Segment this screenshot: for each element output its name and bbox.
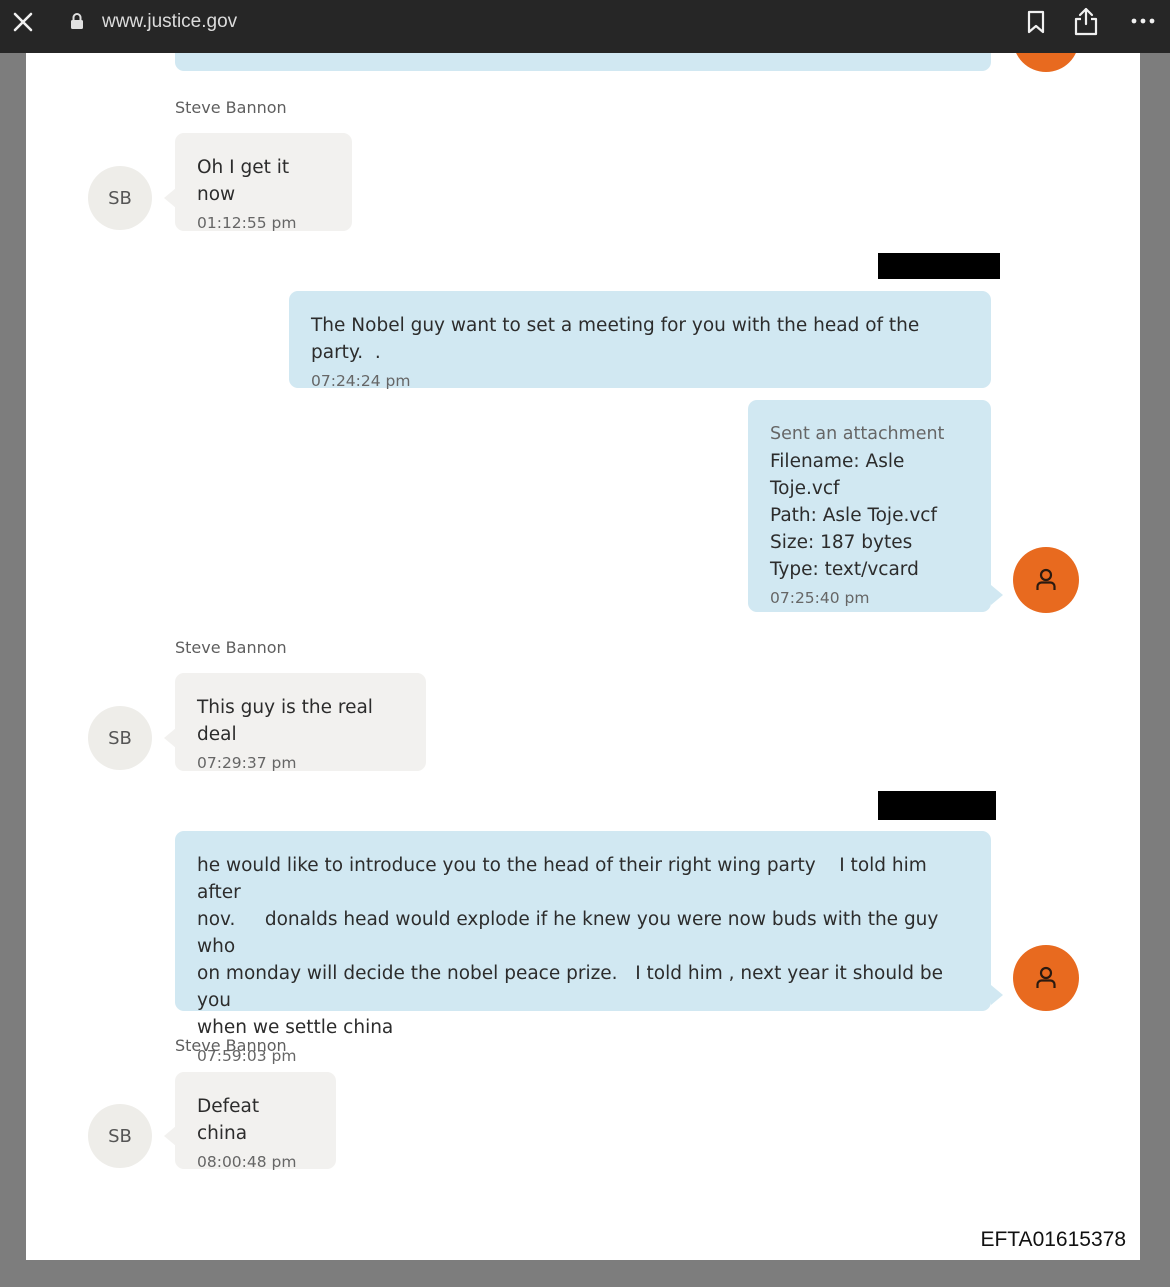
message-bubble-outgoing: The Nobel guy want to set a meeting for …: [289, 291, 991, 390]
contact-avatar: SB: [88, 1104, 152, 1168]
attachment-bubble: Sent an attachment Filename: Asle Toje.v…: [748, 400, 991, 612]
user-avatar: [1013, 547, 1079, 613]
message-timestamp: 07:29:37 pm: [197, 754, 297, 772]
contact-avatar: SB: [88, 706, 152, 770]
user-avatar: [1013, 53, 1079, 72]
message-bubble-outgoing: he would like to introduce you to the he…: [175, 831, 991, 1065]
sender-name: Steve Bannon: [175, 1036, 287, 1055]
document-id: EFTA01615378: [980, 1228, 1126, 1251]
message-timestamp: 08:00:48 pm: [197, 1153, 297, 1171]
person-icon: [1036, 568, 1056, 590]
message-text: This guy is the real deal: [197, 697, 379, 745]
user-avatar: [1013, 945, 1079, 1011]
message-timestamp: 07:25:40 pm: [770, 589, 870, 607]
lock-icon: [71, 13, 83, 29]
message-timestamp: 07:59:03 pm: [197, 1047, 297, 1065]
share-icon[interactable]: [1073, 6, 1099, 36]
sender-name: Steve Bannon: [175, 98, 287, 117]
bubble-tail: [991, 985, 1003, 1005]
redacted-sender-name: [878, 253, 1000, 279]
person-icon: [1036, 966, 1056, 988]
message-text: Defeat china: [197, 1096, 266, 1144]
attachment-size: Size: 187 bytes: [770, 532, 913, 553]
message-text: he would like to introduce you to the he…: [197, 855, 943, 1038]
message-text: Oh I get it now: [197, 157, 296, 205]
bubble-tail: [991, 585, 1003, 605]
browser-top-bar: www.justice.gov: [0, 0, 1170, 53]
attachment-type: Type: text/vcard: [770, 559, 919, 580]
message-timestamp: 07:24:24 pm: [311, 372, 411, 390]
message-bubble-incoming: Defeat china 08:00:48 pm: [175, 1072, 336, 1171]
message-bubble-incoming: Oh I get it now 01:12:55 pm: [175, 133, 352, 232]
message-timestamp: 01:12:55 pm: [197, 214, 297, 232]
more-options-icon[interactable]: [1131, 13, 1155, 29]
redacted-sender-name: [878, 791, 996, 820]
attachment-header: Sent an attachment: [770, 424, 945, 444]
document-page: Steve Bannon SB Oh I get it now 01:12:55…: [26, 53, 1140, 1260]
message-bubble-incoming: This guy is the real deal 07:29:37 pm: [175, 673, 426, 772]
close-icon[interactable]: [12, 11, 34, 33]
address-bar-url[interactable]: www.justice.gov: [102, 11, 237, 33]
sender-name: Steve Bannon: [175, 638, 287, 657]
message-text: The Nobel guy want to set a meeting for …: [311, 315, 926, 363]
bookmark-icon[interactable]: [1027, 10, 1045, 34]
previous-message-bubble: [175, 53, 991, 71]
attachment-path: Path: Asle Toje.vcf: [770, 505, 937, 526]
attachment-filename[interactable]: Filename: Asle Toje.vcf: [770, 448, 969, 502]
contact-avatar: SB: [88, 166, 152, 230]
